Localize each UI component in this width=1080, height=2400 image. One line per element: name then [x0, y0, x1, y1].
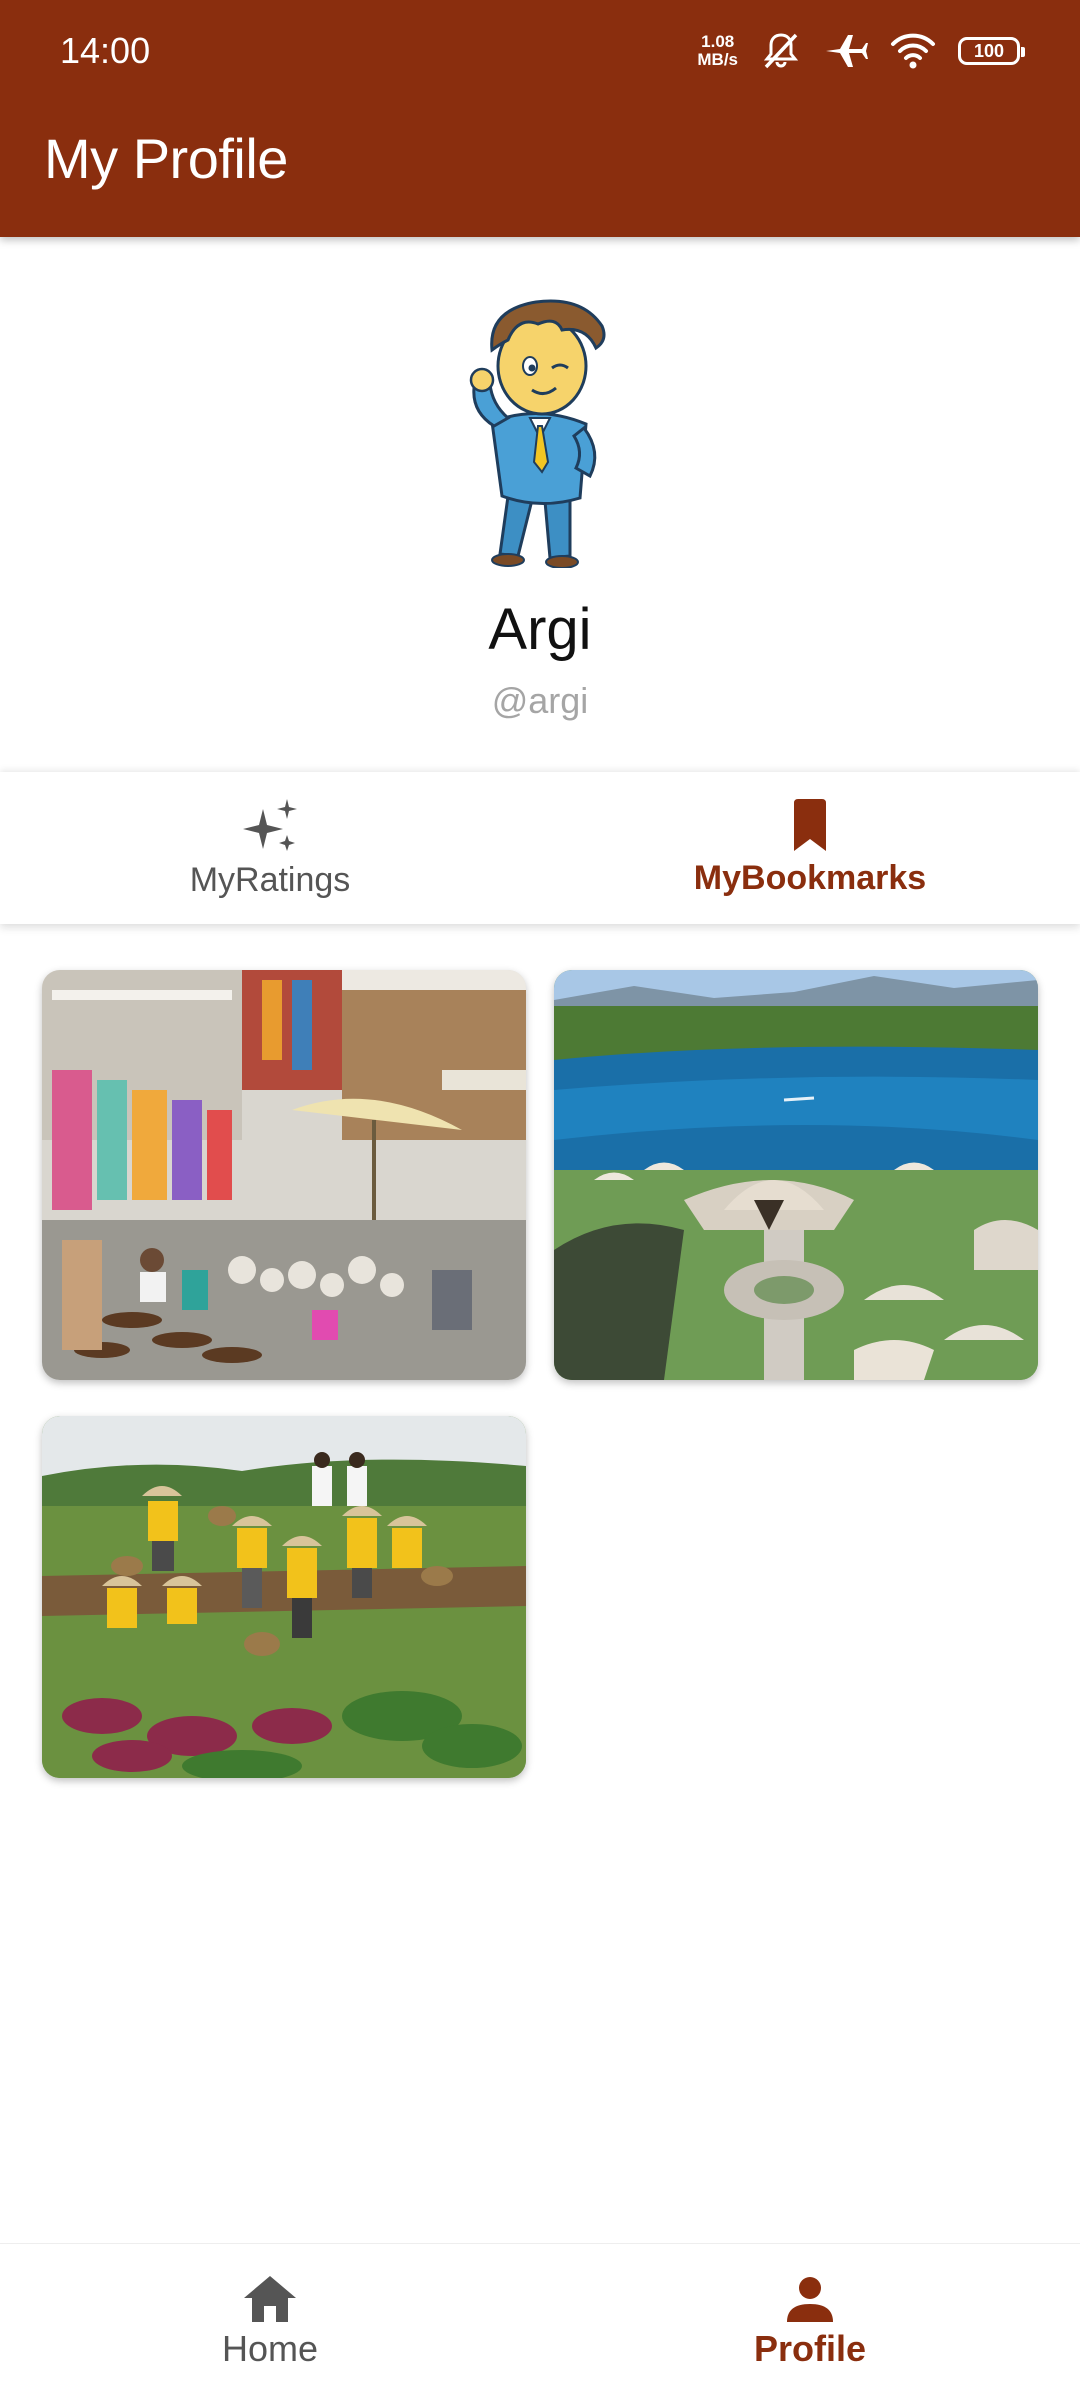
bookmark-card-lake-resort[interactable]	[554, 970, 1038, 1380]
net-speed-value: 1.08	[701, 32, 735, 51]
nav-home[interactable]: Home	[0, 2244, 540, 2400]
net-speed-unit: MB/s	[697, 50, 738, 69]
battery-level: 100	[973, 40, 1005, 61]
mute-icon	[763, 33, 799, 69]
bottom-navigation: Home Profile	[0, 2243, 1080, 2400]
status-time: 14:00	[60, 30, 151, 71]
page-title: My Profile	[44, 127, 288, 190]
bookmark-card-market[interactable]	[42, 970, 526, 1380]
nav-home-label: Home	[221, 2328, 319, 2369]
sparkles-icon	[243, 798, 297, 851]
app-header: 14:00 1.08 MB/s 100 My Profile	[0, 0, 1080, 237]
tab-mybookmarks[interactable]: MyBookmarks	[540, 772, 1080, 924]
bookmark-image-farm	[42, 1416, 526, 1778]
profile-tabs: MyRatings MyBookmarks	[0, 772, 1080, 924]
profile-handle: @argi	[491, 680, 589, 721]
wifi-icon	[891, 33, 935, 69]
profile-name: Argi	[488, 597, 592, 662]
tab-mybookmarks-label: MyBookmarks	[693, 858, 927, 897]
tab-myratings-label: MyRatings	[189, 860, 351, 899]
bookmark-image-market	[42, 970, 526, 1380]
nav-profile[interactable]: Profile	[540, 2244, 1080, 2400]
cartoon-avatar-icon	[469, 299, 606, 568]
net-speed-icon: 1.08 MB/s	[697, 33, 738, 69]
bookmark-icon	[794, 798, 826, 851]
airplane-mode-icon	[826, 35, 868, 67]
status-icons: 1.08 MB/s 100	[697, 28, 1025, 74]
home-icon	[244, 2276, 296, 2322]
person-icon	[787, 2277, 833, 2322]
tab-myratings[interactable]: MyRatings	[0, 772, 540, 924]
bookmark-card-farm[interactable]	[42, 1416, 526, 1778]
battery-icon: 100	[958, 37, 1025, 65]
nav-profile-label: Profile	[753, 2328, 867, 2369]
bookmark-image-lake-resort	[554, 970, 1038, 1380]
